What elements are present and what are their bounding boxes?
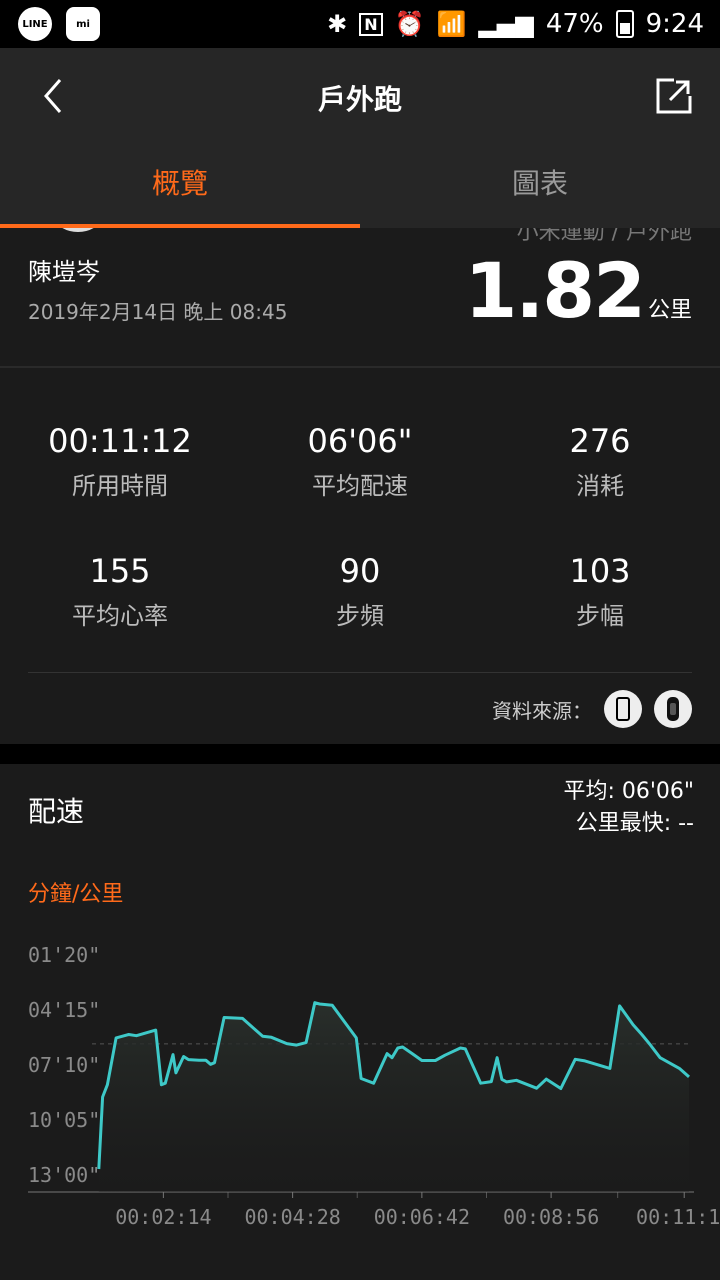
y-tick-label: 04'15"	[28, 998, 100, 1022]
line-app-icon: LINE	[18, 7, 52, 41]
battery-percent: 47%	[545, 9, 604, 39]
phone-source-icon[interactable]	[604, 690, 642, 728]
x-tick-label: 00:08:56	[503, 1205, 599, 1229]
section-divider	[0, 744, 720, 764]
x-tick-label: 00:04:28	[244, 1205, 340, 1229]
sport-type-label: 小米運動 / 戶外跑	[516, 228, 692, 245]
nfc-icon: N	[359, 12, 383, 36]
workout-date: 2019年2月14日 晚上 08:45	[28, 300, 288, 324]
y-tick-label: 10'05"	[28, 1108, 100, 1132]
pace-section: 配速 平均: 06'06" 公里最快: -- 分鐘/公里 01'20" 04'15…	[0, 764, 720, 1280]
data-source: 資料來源：	[492, 690, 692, 728]
stat-label: 所用時間	[72, 472, 168, 500]
pace-area-fill	[98, 1002, 690, 1192]
distance-unit: 公里	[647, 298, 692, 323]
mi-app-icon: mi	[66, 7, 100, 41]
clock: 9:24	[645, 9, 704, 39]
stat-label: 平均配速	[312, 472, 408, 500]
stat-value: 155	[89, 552, 151, 590]
stat-duration: 00:11:12 所用時間	[0, 422, 240, 501]
user-summary: 小米運動 / 戶外跑 陳塏岑 2019年2月14日 晚上 08:45 1.82 …	[0, 228, 720, 366]
stat-value: 06'06"	[307, 422, 413, 460]
stat-stride: 103 步幅	[480, 552, 720, 631]
app-bar: 戶外跑 概覽 圖表	[0, 48, 720, 228]
status-bar: LINE mi ✱ N ⏰ 📶 ▂▄▆ 47% 9:24	[0, 0, 720, 48]
y-tick-label: 07'10"	[28, 1053, 100, 1077]
y-tick-label: 01'20"	[28, 943, 100, 967]
data-source-label: 資料來源：	[492, 698, 592, 723]
stat-avg-pace: 06'06" 平均配速	[240, 422, 480, 501]
stat-label: 步頻	[336, 602, 384, 630]
signal-icon: ▂▄▆	[478, 10, 534, 38]
stat-avg-heart-rate: 155 平均心率	[0, 552, 240, 631]
band-source-icon[interactable]	[654, 690, 692, 728]
x-tick-label: 00:02:14	[115, 1205, 211, 1229]
stat-label: 步幅	[576, 602, 624, 630]
stat-calories: 276 消耗	[480, 422, 720, 501]
stat-label: 平均心率	[72, 602, 168, 630]
wifi-icon: 📶	[436, 10, 467, 38]
tab-charts[interactable]: 圖表	[360, 156, 720, 228]
distance: 1.82 公里	[464, 246, 692, 335]
divider	[28, 672, 692, 673]
battery-icon	[615, 10, 634, 38]
stat-value: 103	[569, 552, 631, 590]
bluetooth-icon: ✱	[327, 10, 348, 38]
stat-value: 90	[339, 552, 381, 590]
tab-overview[interactable]: 概覽	[0, 156, 360, 228]
stats-grid: 00:11:12 所用時間 06'06" 平均配速 276 消耗 155 平均心…	[0, 368, 720, 744]
stat-label: 消耗	[576, 472, 624, 500]
share-button[interactable]	[652, 74, 696, 118]
stat-value: 276	[569, 422, 631, 460]
avatar[interactable]	[46, 228, 110, 232]
distance-value: 1.82	[464, 246, 646, 335]
stat-cadence: 90 步頻	[240, 552, 480, 631]
x-tick-label: 00:06:42	[374, 1205, 470, 1229]
page-title: 戶外跑	[317, 83, 402, 116]
pace-chart: 01'20" 04'15" 07'10" 10'05" 13'00" 00:02:14 00…	[28, 943, 720, 1229]
share-icon	[656, 78, 692, 114]
y-tick-label: 13'00"	[28, 1163, 100, 1187]
stat-value: 00:11:12	[48, 422, 192, 460]
x-tick-label: 00:11:14	[636, 1205, 720, 1229]
alarm-icon: ⏰	[394, 10, 425, 38]
user-name: 陳塏岑	[28, 258, 100, 286]
